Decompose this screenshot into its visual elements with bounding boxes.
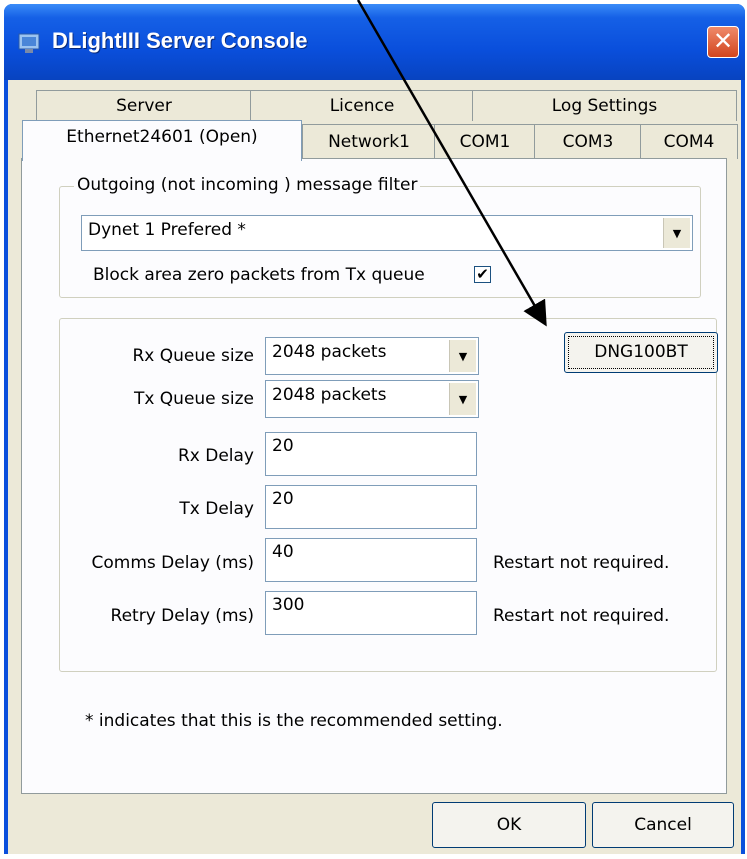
dialog-body: Server Licence Log Settings Ethernet2460… [8, 80, 741, 854]
tab-server[interactable]: Server [36, 90, 252, 121]
tab-label: Licence [329, 96, 395, 116]
close-icon[interactable]: ✕ [707, 26, 739, 58]
server-console-icon [18, 33, 40, 53]
retry-delay-label: Retry Delay (ms) [110, 606, 254, 626]
tab-label: Network1 [328, 132, 410, 152]
tab-com1[interactable]: COM1 [434, 124, 536, 159]
block-area-label: Block area zero packets from Tx queue [93, 265, 425, 285]
chevron-down-icon[interactable]: ▼ [449, 340, 476, 372]
rx-queue-label: Rx Queue size [132, 346, 255, 366]
message-filter-select[interactable]: Dynet 1 Prefered * ▼ [81, 215, 693, 251]
footnote: * indicates that this is the recommended… [85, 711, 503, 731]
tab-ethernet24601[interactable]: Ethernet24601 (Open) [22, 120, 302, 161]
tab-label: COM1 [459, 132, 511, 152]
checkmark-icon: ✔ [476, 265, 489, 283]
tx-delay-field[interactable]: 20 [265, 485, 477, 529]
ok-button[interactable]: OK [432, 802, 586, 848]
group-legend: Outgoing (not incoming ) message filter [74, 175, 421, 195]
block-area-checkbox[interactable]: ✔ [474, 266, 491, 283]
message-filter-group: Outgoing (not incoming ) message filter … [59, 175, 701, 298]
tab-com4[interactable]: COM4 [640, 124, 738, 159]
tab-label: Log Settings [551, 96, 658, 116]
tab-label: Ethernet24601 (Open) [66, 127, 258, 147]
tab-label: COM4 [663, 132, 715, 152]
queue-settings-group: Rx Queue size 2048 packets ▼ Tx Queue si… [59, 318, 718, 672]
field-value: 40 [272, 542, 294, 562]
select-value: 2048 packets [272, 385, 387, 405]
chevron-down-icon[interactable]: ▼ [663, 218, 690, 248]
chevron-down-icon[interactable]: ▼ [449, 383, 476, 415]
select-value: Dynet 1 Prefered * [88, 220, 246, 240]
comms-delay-field[interactable]: 40 [265, 538, 477, 582]
tab-label: Server [116, 96, 172, 116]
field-value: 20 [272, 489, 294, 509]
field-value: 20 [272, 436, 294, 456]
comms-delay-note: Restart not required. [493, 553, 670, 573]
rx-delay-label: Rx Delay [177, 446, 254, 466]
tx-delay-label: Tx Delay [179, 499, 254, 519]
tab-label: COM3 [562, 132, 614, 152]
dialog-window: DLightIII Server Console ✕ Server Licenc… [4, 4, 745, 854]
window-title: DLightIII Server Console [52, 28, 308, 53]
retry-delay-field[interactable]: 300 [265, 591, 477, 635]
select-value: 2048 packets [272, 342, 387, 362]
focus-rect [568, 336, 714, 369]
tab-network1[interactable]: Network1 [302, 124, 436, 159]
tab-panel: Outgoing (not incoming ) message filter … [21, 158, 727, 794]
tab-licence[interactable]: Licence [250, 90, 474, 121]
tx-queue-select[interactable]: 2048 packets ▼ [265, 380, 479, 418]
button-label: Cancel [634, 815, 692, 835]
comms-delay-label: Comms Delay (ms) [91, 553, 255, 573]
cancel-button[interactable]: Cancel [592, 802, 734, 848]
button-label: OK [496, 815, 522, 835]
rx-delay-field[interactable]: 20 [265, 432, 477, 476]
field-value: 300 [272, 595, 305, 615]
rx-queue-select[interactable]: 2048 packets ▼ [265, 337, 479, 375]
retry-delay-note: Restart not required. [493, 606, 670, 626]
tab-com3[interactable]: COM3 [534, 124, 642, 159]
tx-queue-label: Tx Queue size [133, 389, 254, 409]
title-bar[interactable]: DLightIII Server Console ✕ [4, 4, 745, 80]
dng100bt-button[interactable]: DNG100BT [564, 332, 718, 373]
tab-log-settings[interactable]: Log Settings [472, 90, 737, 121]
